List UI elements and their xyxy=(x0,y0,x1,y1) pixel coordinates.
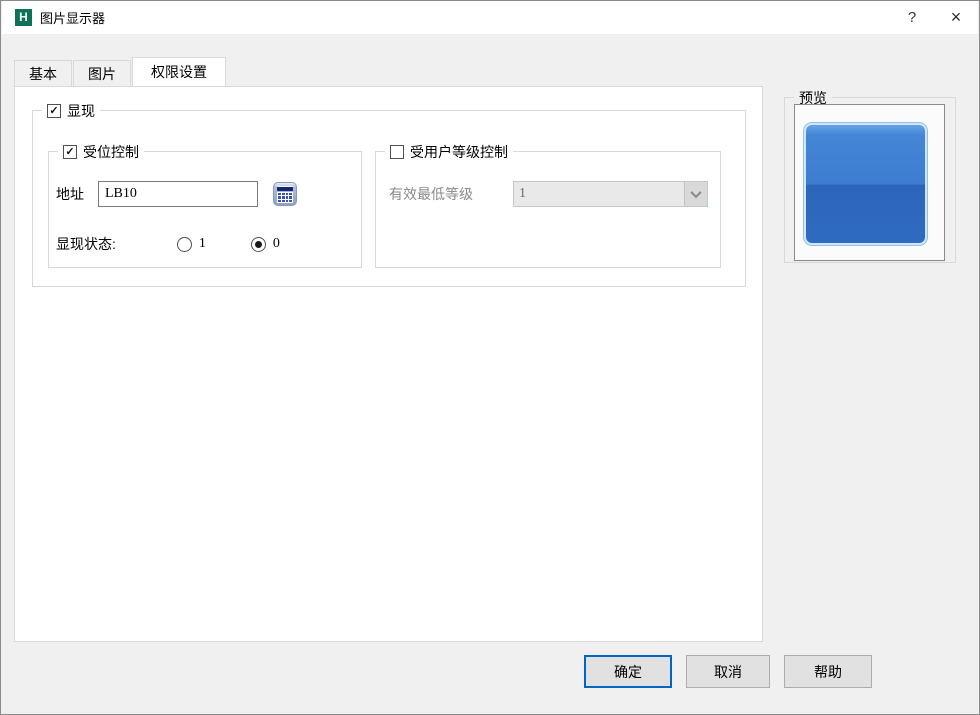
tab-permission-settings[interactable]: 权限设置 xyxy=(132,57,226,86)
permission-settings-page: ✓ 显现 ✓ 受位控制 地址 LB10 显现状态: 1 0 受用户等级控制 有效… xyxy=(14,86,763,642)
radio-state-0-label: 0 xyxy=(272,236,280,251)
check-icon: ✓ xyxy=(49,104,59,117)
app-icon: H xyxy=(15,9,32,26)
display-state-label: 显现状态: xyxy=(56,236,116,252)
display-state-row: 显现状态: 1 0 xyxy=(56,234,280,254)
min-level-label: 有效最低等级 xyxy=(389,186,473,202)
min-level-row: 有效最低等级 1 xyxy=(389,181,708,207)
bit-control-label: 受位控制 xyxy=(83,144,139,160)
user-level-group: ✓ 受用户等级控制 有效最低等级 1 xyxy=(375,142,721,268)
preview-image xyxy=(804,123,927,245)
window-title: 图片显示器 xyxy=(40,11,106,26)
radio-state-1[interactable] xyxy=(176,236,192,252)
user-level-label: 受用户等级控制 xyxy=(410,144,508,160)
keypad-icon xyxy=(273,182,297,206)
cancel-button[interactable]: 取消 xyxy=(686,655,770,688)
bit-control-group: ✓ 受位控制 地址 LB10 显现状态: 1 0 xyxy=(48,142,362,268)
address-input[interactable] xyxy=(98,181,258,207)
display-group-label: 显现 xyxy=(67,103,95,119)
check-icon: ✓ xyxy=(65,145,75,158)
address-row: 地址 xyxy=(56,181,298,207)
dialog-window: H 图片显示器 ? × 基本 图片 权限设置 ✓ 显现 ✓ 受位控制 地址 LB… xyxy=(0,0,980,715)
user-level-checkbox[interactable]: ✓ xyxy=(390,145,404,159)
preview-frame xyxy=(794,104,945,261)
address-label: 地址 xyxy=(56,186,84,202)
min-level-value: 1 xyxy=(519,186,526,201)
close-icon: × xyxy=(950,7,962,27)
radio-state-0[interactable] xyxy=(250,236,266,252)
display-group-legend: ✓ 显现 xyxy=(42,101,100,121)
display-group: ✓ 显现 ✓ 受位控制 地址 LB10 显现状态: 1 0 受用户等级控制 有效… xyxy=(32,101,746,287)
user-level-legend: ✓ 受用户等级控制 xyxy=(385,142,513,162)
titlebar-buttons: ? × xyxy=(890,1,978,34)
help-icon: ? xyxy=(907,9,917,26)
bit-control-checkbox[interactable]: ✓ xyxy=(63,145,77,159)
close-button[interactable]: × xyxy=(934,1,978,34)
radio-state-1-label: 1 xyxy=(198,236,206,251)
address-keypad-button[interactable] xyxy=(272,181,298,207)
bit-control-legend: ✓ 受位控制 xyxy=(58,142,144,162)
tab-picture[interactable]: 图片 xyxy=(73,60,131,86)
chevron-down-icon xyxy=(690,186,702,199)
display-checkbox[interactable]: ✓ xyxy=(47,104,61,118)
help-button-footer[interactable]: 帮助 xyxy=(784,655,872,688)
title-bar: H 图片显示器 ? × xyxy=(2,1,978,34)
min-level-select: 1 xyxy=(513,181,708,207)
tab-strip: 基本 图片 权限设置 xyxy=(14,57,227,86)
ok-button[interactable]: 确定 xyxy=(584,655,672,688)
help-button[interactable]: ? xyxy=(890,1,934,34)
combo-drop-button xyxy=(684,182,707,206)
tab-basic[interactable]: 基本 xyxy=(14,60,72,86)
